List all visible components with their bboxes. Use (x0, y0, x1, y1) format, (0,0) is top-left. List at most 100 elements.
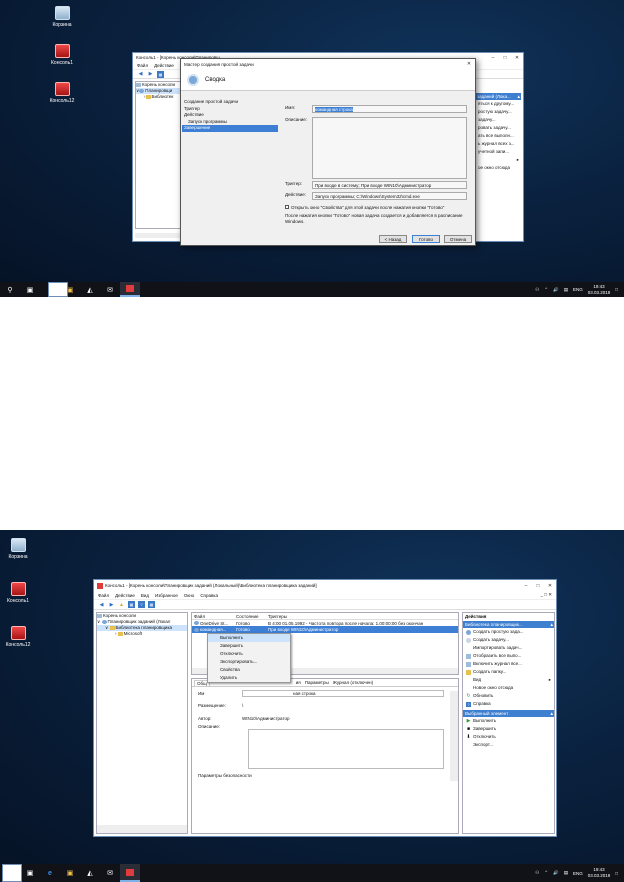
name-value[interactable]: ная строка (242, 689, 444, 697)
task-view-icon[interactable]: ▣ (20, 864, 40, 882)
action-new-folder[interactable]: Создать папку... (463, 668, 554, 676)
start-icon[interactable]: ⊞ (2, 864, 22, 882)
close-icon[interactable]: ✕ (544, 583, 556, 589)
menu-view[interactable]: Вид (141, 593, 149, 598)
minimize-icon[interactable]: – (520, 583, 532, 589)
selected-item-group-header[interactable]: Выбранный элемент ▲ (463, 710, 554, 717)
action-view[interactable]: Вид ▸ (463, 676, 554, 684)
network-icon[interactable]: ▤ (564, 287, 568, 293)
tray-overflow-icon[interactable]: ⌃ (544, 870, 548, 876)
action-item[interactable]: учетной запи... (475, 148, 521, 156)
menu-item-end[interactable]: Завершить (208, 642, 290, 650)
action-disable[interactable]: ⬇ Отключить (463, 733, 554, 741)
console12-shortcut[interactable]: Консоль12 (0, 626, 38, 648)
description-field[interactable] (248, 729, 444, 769)
task-view-icon[interactable]: ▣ (20, 282, 40, 297)
forward-arrow-icon[interactable]: ▶ (147, 71, 154, 78)
close-icon[interactable]: ✕ (511, 55, 523, 61)
console12-shortcut[interactable]: Консоль12 (42, 82, 82, 104)
action-refresh[interactable]: ↻ Обновить (463, 692, 554, 700)
people-icon[interactable]: ⚇ (535, 870, 539, 876)
tree-item-microsoft[interactable]: › Microsoft (97, 631, 187, 637)
vertical-scrollbar[interactable] (450, 691, 458, 781)
open-properties-row[interactable]: Открыть окно "Свойства" для этой задачи … (285, 205, 471, 210)
action-item-view[interactable]: ▸ (475, 156, 521, 164)
input-language[interactable]: ENG (573, 287, 583, 292)
action-item[interactable]: ое окно отсюда (475, 164, 521, 172)
people-icon[interactable]: ⚇ (535, 287, 539, 293)
menu-item-delete[interactable]: Удалить (208, 674, 290, 682)
show-actions-icon[interactable]: ▦ (148, 601, 155, 608)
back-arrow-icon[interactable]: ◀ (137, 71, 144, 78)
horizontal-scrollbar[interactable] (135, 233, 181, 238)
console-taskbar-icon[interactable] (120, 864, 140, 882)
name-field[interactable]: командная строка (312, 105, 467, 113)
menu-action[interactable]: Действие (115, 593, 135, 598)
show-tree-icon[interactable]: ▦ (128, 601, 135, 608)
horizontal-scrollbar[interactable] (97, 825, 187, 833)
table-row[interactable]: командная... Готово При входе WIN10\Адми… (192, 626, 458, 633)
store-icon[interactable]: ◭ (80, 282, 100, 297)
console1-shortcut[interactable]: Консоль1 (42, 44, 82, 66)
input-language[interactable]: ENG (573, 871, 583, 876)
actions-group-header[interactable]: Библиотека планировщик... ▲ (463, 621, 554, 628)
console-taskbar-icon[interactable] (120, 282, 140, 297)
search-icon[interactable]: ⚲ (0, 282, 20, 297)
show-tree-icon[interactable]: ▦ (157, 70, 164, 78)
mail-icon[interactable]: ✉ (100, 864, 120, 882)
menu-item-properties[interactable]: Свойства (208, 666, 290, 674)
action-run[interactable]: ▶ Выполнить (463, 717, 554, 725)
action-new-window[interactable]: Новое окно отсюда (463, 684, 554, 692)
tree-item-library[interactable]: ›Библиотек (136, 94, 184, 100)
action-create-task[interactable]: Создать задачу... (463, 636, 554, 644)
menu-file[interactable]: Файл (137, 63, 148, 68)
volume-icon[interactable]: 🔊 (553, 870, 559, 876)
close-icon[interactable]: ✕ (463, 61, 475, 67)
back-arrow-icon[interactable]: ◀ (98, 601, 105, 608)
open-properties-checkbox[interactable] (285, 205, 289, 209)
action-item[interactable]: ростую задачу... (475, 108, 521, 116)
file-explorer-icon[interactable]: ▣ (60, 864, 80, 882)
mail-icon[interactable]: ✉ (100, 282, 120, 297)
finish-button[interactable]: Готово (412, 235, 440, 243)
menu-item-disable[interactable]: Отключить (208, 650, 290, 658)
cancel-button[interactable]: Отмена (444, 235, 472, 243)
menu-window[interactable]: Окно (184, 593, 194, 598)
mdi-controls[interactable]: _ □ ✕ (541, 592, 557, 598)
tab-history[interactable]: Журнал (отключен) (333, 680, 373, 685)
forward-arrow-icon[interactable]: ▶ (108, 601, 115, 608)
tab-settings[interactable]: Параметры (305, 680, 329, 685)
start-icon[interactable]: ⊞ (48, 282, 68, 297)
clock[interactable]: 19:43 03.03.2019 (588, 284, 611, 296)
menu-help[interactable]: Справка (200, 593, 218, 598)
network-icon[interactable]: ▤ (564, 870, 568, 876)
action-show-running[interactable]: Отобразить все выпо... (463, 652, 554, 660)
action-item[interactable]: ровать задачу... (475, 124, 521, 132)
action-end[interactable]: ■ Завершить (463, 725, 554, 733)
menu-file[interactable]: Файл (98, 593, 109, 598)
menu-item-run[interactable]: Выполнить (208, 634, 290, 642)
actions-group-header[interactable]: заданий (Лока... ▲ (475, 93, 521, 100)
action-help[interactable]: ? Справка (463, 700, 554, 708)
action-export[interactable]: Экспорт... (463, 741, 554, 749)
back-button[interactable]: < Назад (379, 235, 407, 243)
recycle-bin-shortcut[interactable]: Корзина (0, 538, 38, 560)
action-item[interactable]: ать все выполн... (475, 132, 521, 140)
notifications-icon[interactable]: □ (615, 871, 618, 876)
action-import-task[interactable]: Импортировать задач... (463, 644, 554, 652)
notifications-icon[interactable]: □ (615, 287, 618, 292)
action-item[interactable]: ь журнал всех з... (475, 140, 521, 148)
console1-shortcut[interactable]: Консоль1 (0, 582, 38, 604)
clock[interactable]: 19:43 03.03.2019 (588, 867, 611, 879)
tab-conditions[interactable]: ия (296, 680, 301, 685)
volume-icon[interactable]: 🔊 (553, 287, 559, 293)
action-item[interactable]: задачу... (475, 116, 521, 124)
action-item[interactable]: яться к другому... (475, 100, 521, 108)
edge-icon[interactable]: e (40, 864, 60, 882)
description-field[interactable] (312, 117, 467, 179)
maximize-icon[interactable]: □ (532, 583, 544, 589)
help-icon[interactable]: ? (138, 601, 145, 608)
menu-item-export[interactable]: Экспортировать... (208, 658, 290, 666)
action-enable-history[interactable]: Включить журнал все... (463, 660, 554, 668)
menu-favorites[interactable]: Избранное (155, 593, 178, 598)
